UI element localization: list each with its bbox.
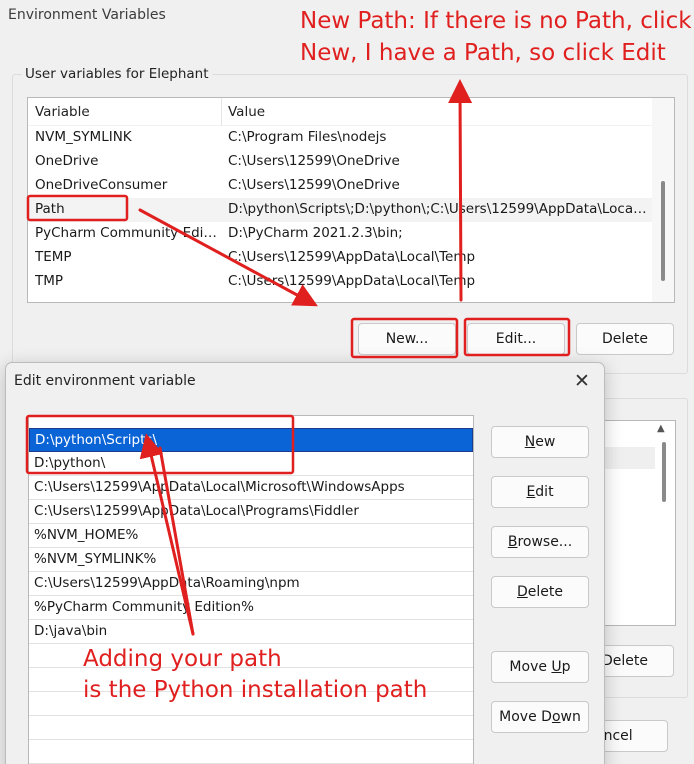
- column-header-value[interactable]: Value: [228, 104, 265, 120]
- value-cell: C:\Program Files\nodejs: [228, 129, 387, 145]
- button-label: Move: [509, 659, 552, 675]
- button-label: ew: [535, 434, 556, 450]
- scrollbar-thumb[interactable]: [661, 181, 665, 281]
- table-row[interactable]: OneDriveConsumer C:\Users\12599\OneDrive: [28, 174, 652, 198]
- path-entry-text: D:\python\Scripts\: [35, 432, 158, 448]
- close-icon[interactable]: ✕: [570, 369, 594, 393]
- table-row[interactable]: NVM_SYMLINK C:\Program Files\nodejs: [28, 126, 652, 150]
- list-item[interactable]: %NVM_SYMLINK%: [29, 548, 473, 572]
- list-item-empty[interactable]: [29, 740, 473, 764]
- button-label-mnemonic: E: [526, 484, 536, 500]
- annotation-text-bottom-line1: Adding your path: [83, 646, 282, 672]
- edit-variable-button[interactable]: Edit...: [467, 323, 565, 355]
- path-entry-text: %NVM_HOME%: [34, 527, 139, 543]
- path-entry-text: D:\java\bin: [34, 623, 108, 639]
- button-label: wn: [560, 709, 581, 725]
- move-down-button[interactable]: Move Down: [491, 701, 589, 733]
- button-label-mnemonic: D: [517, 584, 528, 600]
- path-entry-text: %NVM_SYMLINK%: [34, 551, 157, 567]
- variable-cell: Path: [35, 201, 65, 217]
- table-row[interactable]: PyCharm Community Editi... D:\PyCharm 20…: [28, 222, 652, 246]
- variable-cell: TMP: [35, 273, 64, 289]
- table-row[interactable]: TMP C:\Users\12599\AppData\Local\Temp: [28, 270, 652, 294]
- button-label: dit: [535, 484, 554, 500]
- delete-variable-button[interactable]: Delete: [576, 323, 674, 355]
- annotation-text-top-line2: New, I have a Path, so click Edit: [300, 40, 666, 66]
- list-item[interactable]: %NVM_HOME%: [29, 524, 473, 548]
- path-entry-text: C:\Users\12599\AppData\Roaming\npm: [34, 575, 300, 591]
- table-row-path-selected[interactable]: Path D:\python\Scripts\;D:\python\;C:\Us…: [28, 198, 652, 222]
- path-entry-text: %PyCharm Community Edition%: [34, 599, 254, 615]
- list-item[interactable]: D:\python\: [29, 452, 473, 476]
- button-label-mnemonic: B: [507, 534, 518, 550]
- window-title: Environment Variables: [8, 7, 166, 23]
- table-row[interactable]: [605, 447, 655, 469]
- list-item[interactable]: C:\Users\12599\AppData\Local\Microsoft\W…: [29, 476, 473, 500]
- button-label-mnemonic: U: [551, 659, 562, 675]
- browse-button[interactable]: Browse...: [491, 526, 589, 558]
- path-entries-list[interactable]: D:\python\Scripts\ D:\python\ C:\Users\1…: [28, 415, 474, 764]
- button-label: Move D: [499, 709, 552, 725]
- button-label-mnemonic: o: [551, 709, 561, 725]
- list-item-selected[interactable]: D:\python\Scripts\: [29, 428, 473, 452]
- table-header: Variable Value: [28, 98, 674, 126]
- list-item-empty[interactable]: [29, 716, 473, 740]
- variable-cell: PyCharm Community Editi...: [35, 225, 217, 241]
- button-label: rowse...: [517, 534, 573, 550]
- button-label-mnemonic: N: [524, 434, 536, 450]
- value-cell: D:\PyCharm 2021.2.3\bin;: [228, 225, 403, 241]
- user-variables-label: User variables for Elephant: [22, 66, 212, 82]
- user-variables-table[interactable]: Variable Value NVM_SYMLINK C:\Program Fi…: [27, 97, 675, 303]
- value-cell: C:\Users\12599\AppData\Local\Temp: [228, 249, 476, 265]
- value-cell: C:\Users\12599\OneDrive: [228, 177, 400, 193]
- value-cell: C:\Users\12599\OneDrive: [228, 153, 400, 169]
- list-item[interactable]: D:\java\bin: [29, 620, 473, 644]
- system-variables-table[interactable]: ▲: [604, 420, 676, 626]
- dialog-title: Edit environment variable: [14, 373, 196, 389]
- scroll-up-icon[interactable]: ▲: [657, 423, 665, 434]
- list-item[interactable]: %PyCharm Community Edition%: [29, 596, 473, 620]
- new-variable-button[interactable]: New...: [358, 323, 456, 355]
- delete-path-button[interactable]: Delete: [491, 576, 589, 608]
- annotation-text-top-line1: New Path: If there is no Path, click: [300, 8, 692, 34]
- variable-cell: NVM_SYMLINK: [35, 129, 132, 145]
- path-entry-text: D:\python\: [34, 455, 106, 471]
- column-divider[interactable]: [221, 98, 222, 126]
- table-row[interactable]: TEMP C:\Users\12599\AppData\Local\Temp: [28, 246, 652, 270]
- path-entry-text: C:\Users\12599\AppData\Local\Microsoft\W…: [34, 479, 405, 495]
- variable-cell: OneDriveConsumer: [35, 177, 168, 193]
- edit-environment-variable-dialog: Edit environment variable ✕ D:\python\Sc…: [5, 362, 605, 764]
- vertical-scrollbar[interactable]: [652, 98, 674, 302]
- value-cell: D:\python\Scripts\;D:\python\;C:\Users\1…: [228, 201, 648, 217]
- path-entry-text: C:\Users\12599\AppData\Local\Programs\Fi…: [34, 503, 359, 519]
- column-header-variable[interactable]: Variable: [35, 104, 90, 120]
- table-row[interactable]: OneDrive C:\Users\12599\OneDrive: [28, 150, 652, 174]
- variable-cell: OneDrive: [35, 153, 99, 169]
- button-label: elete: [527, 584, 563, 600]
- edit-path-button[interactable]: Edit: [491, 476, 589, 508]
- list-item[interactable]: C:\Users\12599\AppData\Roaming\npm: [29, 572, 473, 596]
- list-item[interactable]: C:\Users\12599\AppData\Local\Programs\Fi…: [29, 500, 473, 524]
- annotation-text-bottom-line2: is the Python installation path: [83, 677, 428, 703]
- button-label: p: [561, 659, 571, 675]
- new-path-button[interactable]: New: [491, 426, 589, 458]
- move-up-button[interactable]: Move Up: [491, 651, 589, 683]
- scrollbar-thumb[interactable]: [662, 442, 666, 502]
- variable-cell: TEMP: [35, 249, 72, 265]
- value-cell: C:\Users\12599\AppData\Local\Temp: [228, 273, 476, 289]
